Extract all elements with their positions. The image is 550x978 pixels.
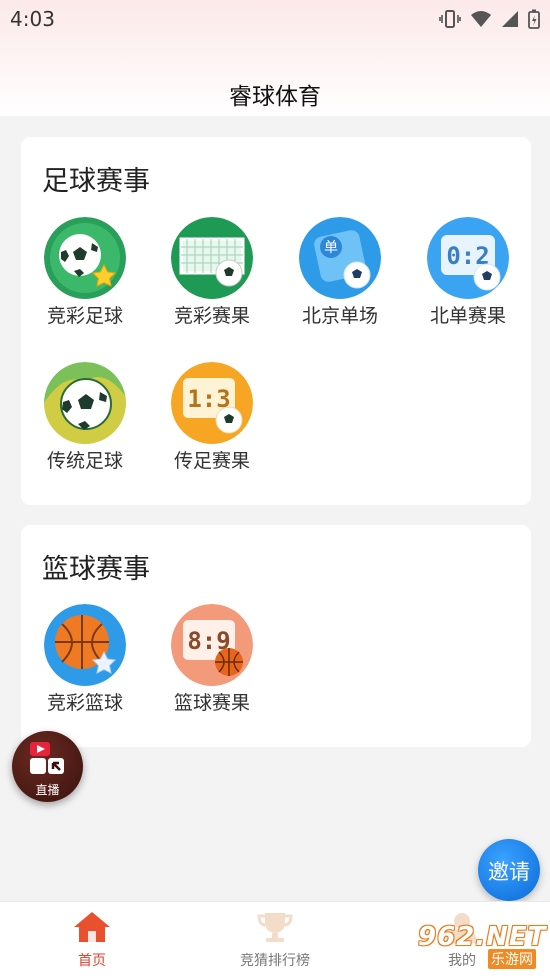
status-time: 4:03 [10, 7, 55, 31]
watermark-sub: 乐游网 [488, 949, 536, 969]
tile-label: 竞彩篮球 [46, 692, 123, 714]
tile-label: 北京单场 [301, 305, 378, 327]
site-watermark: 962.NET 乐游网 [412, 922, 548, 974]
live-stream-button[interactable]: 直播 [12, 731, 83, 802]
vibrate-icon [439, 9, 461, 29]
trophy-icon [255, 913, 295, 948]
tile-basketball-result[interactable]: 8:9 篮球赛果 [148, 604, 276, 724]
wifi-icon [470, 10, 492, 28]
basketball-section: 篮球赛事 竞彩篮球 8:9 篮球赛果 [21, 525, 531, 747]
tile-label: 传足赛果 [173, 450, 250, 472]
tab-label: 首页 [78, 953, 106, 969]
page-title: 睿球体育 [229, 84, 321, 110]
invite-button[interactable]: 邀请 [478, 839, 540, 901]
single-match-icon: 单 [299, 217, 381, 299]
section-title: 足球赛事 [42, 166, 150, 197]
app-header: 睿球体育 [0, 40, 550, 116]
tile-jingcai-football[interactable]: 竞彩足球 [21, 217, 149, 337]
tile-label: 传统足球 [46, 450, 123, 472]
tile-label: 篮球赛果 [173, 692, 250, 714]
section-title: 篮球赛事 [42, 554, 150, 585]
home-icon [72, 912, 112, 948]
live-label: 直播 [35, 783, 60, 797]
tile-jingcai-result[interactable]: 竞彩赛果 [148, 217, 276, 337]
tile-beijing-single[interactable]: 单 北京单场 [276, 217, 404, 337]
football-section: 足球赛事 竞彩足球 竞彩赛果 单 北京单场 0:2 北单赛果 传统足球 1:3 … [21, 137, 531, 505]
status-icons [439, 9, 540, 29]
battery-icon [528, 9, 540, 29]
tile-jingcai-basketball[interactable]: 竞彩篮球 [21, 604, 149, 724]
tab-label: 竞猜排行榜 [240, 953, 310, 969]
watermark-main: 962.NET [418, 922, 547, 952]
tile-label: 竞彩足球 [46, 305, 123, 327]
status-bar: 4:03 [0, 0, 550, 40]
invite-label: 邀请 [488, 860, 530, 884]
single-badge-text: 单 [324, 240, 338, 256]
tile-label: 北单赛果 [429, 305, 506, 327]
tab-ranking[interactable]: 竞猜排行榜 [205, 902, 345, 978]
football-goal-icon [171, 217, 253, 299]
basketball-result-icon: 8:9 [171, 604, 253, 686]
signal-icon [501, 10, 519, 28]
tile-label: 竞彩赛果 [173, 305, 250, 327]
basketball-star-icon [44, 604, 126, 686]
tab-home[interactable]: 首页 [40, 902, 144, 978]
football-star-icon [44, 217, 126, 299]
classic-football-icon [44, 362, 126, 444]
tile-classic-football[interactable]: 传统足球 [21, 362, 149, 482]
live-tv-icon [26, 739, 68, 783]
classic-result-icon: 1:3 [171, 362, 253, 444]
tile-beidan-result[interactable]: 0:2 北单赛果 [404, 217, 532, 337]
scoreboard-icon: 0:2 [427, 217, 509, 299]
tile-classic-result[interactable]: 1:3 传足赛果 [148, 362, 276, 482]
